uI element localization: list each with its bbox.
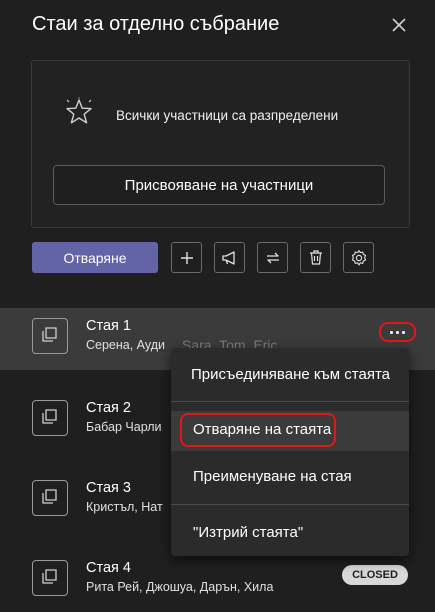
room-icon [32, 560, 68, 596]
assign-participants-button[interactable]: Присвояване на участници [53, 165, 385, 205]
room-members: Бабар Чарли [86, 420, 162, 434]
announcement-button[interactable] [214, 242, 245, 273]
menu-item-open-room[interactable]: Отваряне на стаята [171, 411, 409, 451]
plus-icon [180, 251, 193, 264]
menu-divider [171, 401, 409, 402]
delete-rooms-button[interactable] [300, 242, 331, 273]
close-icon[interactable] [388, 14, 410, 36]
menu-divider [171, 504, 409, 505]
more-options-button[interactable] [379, 322, 416, 342]
room-members: Кристъл, Нат [86, 500, 163, 514]
more-dots-icon [390, 330, 393, 334]
menu-item-rename-room[interactable]: Преименуване на стая [171, 468, 409, 490]
room-name: Стая 4 [86, 560, 131, 576]
menu-item-delete-room[interactable]: "Изтрий стаята" [171, 524, 409, 546]
room-name: Стая 2 [86, 400, 131, 416]
gear-icon [351, 249, 366, 265]
assignment-status-card: Всички участници са разпределени Присвоя… [31, 60, 410, 228]
room-settings-button[interactable] [343, 242, 374, 273]
room-members: Рита Рей, Джошуа, Дарън, Хила [86, 580, 274, 594]
assignment-status-text: Всички участници са разпределени [116, 108, 339, 123]
megaphone-icon [221, 250, 235, 265]
room-icon [32, 400, 68, 436]
swap-arrows-icon [266, 252, 279, 263]
sparkle-star-icon [64, 97, 94, 127]
room-name: Стая 1 [86, 318, 131, 334]
breakout-rooms-panel: Стаи за отделно събрание Всички участниц… [0, 0, 435, 609]
open-rooms-button[interactable]: Отваряне [32, 242, 158, 273]
menu-item-join-room[interactable]: Присъединяване към стаята [171, 366, 409, 388]
room-icon [32, 480, 68, 516]
room-members: Серена, Ауди [86, 338, 165, 352]
assign-participants-label: Присвояване на участници [124, 176, 314, 194]
room-icon [32, 318, 68, 354]
panel-title: Стаи за отделно събрание [32, 13, 280, 35]
menu-item-open-room-label: Отваряне на стаята [193, 421, 332, 438]
open-rooms-label: Отваряне [63, 249, 127, 266]
add-room-button[interactable] [171, 242, 202, 273]
trash-icon [309, 250, 322, 265]
room-status-badge: CLOSED [342, 565, 408, 585]
room-context-menu: Присъединяване към стаята Отваряне на ст… [171, 348, 409, 556]
recreate-rooms-button[interactable] [257, 242, 288, 273]
room-name: Стая 3 [86, 480, 131, 496]
